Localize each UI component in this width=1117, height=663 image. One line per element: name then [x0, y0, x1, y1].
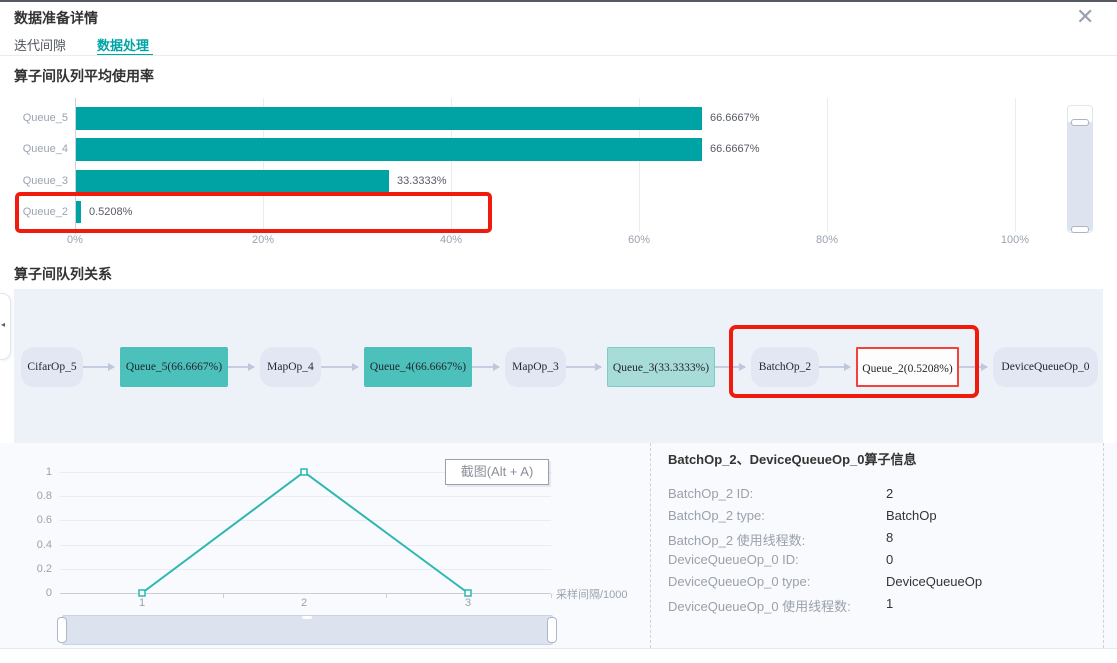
- queue-relation-section-title: 算子间队列关系: [14, 264, 112, 284]
- queue-usage-section-title: 算子间队列平均使用率: [14, 66, 154, 86]
- bar-category-queue4: Queue_4: [8, 143, 68, 155]
- op-info-value: BatchOp: [886, 508, 937, 523]
- y-tick-0-6: 0.6: [18, 514, 52, 526]
- screenshot-shortcut-tooltip: 截图(Alt + A): [445, 459, 549, 485]
- data-point-marker: [139, 590, 145, 596]
- y-tick-0-4: 0.4: [18, 539, 52, 551]
- flow-node-devicequeueop0[interactable]: DeviceQueueOp_0: [993, 347, 1098, 387]
- axis-tick: [223, 594, 224, 598]
- flow-arrow: [472, 366, 499, 368]
- bar-category-queue5: Queue_5: [8, 112, 68, 124]
- op-info-value: 2: [886, 486, 893, 501]
- data-point-marker: [301, 469, 307, 475]
- queue-relation-graph: CifarOp_5 Queue_5(66.6667%) MapOp_4 Queu…: [14, 289, 1103, 443]
- vertical-dashed-divider: [1103, 443, 1104, 648]
- axis-tick: [386, 594, 387, 598]
- op-info-value: 1: [886, 596, 893, 611]
- bar-queue4[interactable]: [76, 138, 702, 161]
- flow-node-queue5[interactable]: Queue_5(66.6667%): [120, 347, 228, 387]
- vertical-dashed-divider: [650, 443, 651, 648]
- op-info-title: BatchOp_2、DeviceQueueOp_0算子信息: [668, 449, 917, 468]
- queue-usage-line-series: [60, 465, 552, 601]
- gridline: [1015, 98, 1016, 232]
- y-tick-0: 0: [18, 587, 52, 599]
- flow-arrow: [321, 366, 358, 368]
- bar-value-queue3: 33.3333%: [397, 175, 447, 187]
- tab-step-interval[interactable]: 迭代间隙: [14, 35, 66, 54]
- tab-data-processing[interactable]: 数据处理: [97, 35, 149, 54]
- bar-value-queue4: 66.6667%: [710, 143, 760, 155]
- bar-queue5[interactable]: [76, 107, 702, 130]
- collapse-arrow-icon: ◂: [1, 320, 5, 329]
- flow-node-mapop4[interactable]: MapOp_4: [260, 347, 321, 387]
- op-info-label: BatchOp_2 使用线程数:: [668, 530, 805, 549]
- op-info-value: 8: [886, 530, 893, 545]
- data-preparation-details-dialog: 数据准备详情 ✕ 迭代间隙 数据处理 算子间队列平均使用率 Queue_5 66…: [0, 0, 1117, 663]
- x-tick-60: 60%: [628, 234, 650, 246]
- gridline: [827, 98, 828, 232]
- vertical-zoom-handle-top[interactable]: [1071, 119, 1089, 126]
- y-tick-0-8: 0.8: [18, 490, 52, 502]
- window-top-edge: [0, 0, 1117, 2]
- queue2-row-highlight-annotation: [15, 192, 492, 233]
- op-info-label: DeviceQueueOp_0 使用线程数:: [668, 596, 851, 615]
- y-tick-1: 1: [18, 466, 52, 478]
- line-chart-zoom-slider[interactable]: [62, 615, 553, 645]
- data-point-marker: [465, 590, 471, 596]
- batchop2-queue2-highlight-annotation: [729, 325, 979, 398]
- op-info-label: DeviceQueueOp_0 ID:: [668, 552, 799, 567]
- panel-collapse-handle[interactable]: ◂: [0, 293, 11, 360]
- flow-node-queue3[interactable]: Queue_3(33.3333%): [607, 347, 715, 387]
- zoom-slider-grip[interactable]: [302, 616, 312, 619]
- flow-node-cifarop5[interactable]: CifarOp_5: [21, 347, 83, 387]
- dialog-bottom-edge: [0, 648, 1117, 649]
- flow-arrow: [83, 366, 114, 368]
- op-info-value: DeviceQueueOp: [886, 574, 982, 589]
- flow-node-queue4[interactable]: Queue_4(66.6667%): [364, 347, 472, 387]
- x-axis-name: 采样间隔/1000: [556, 586, 648, 602]
- axis-tick: [551, 594, 552, 598]
- x-tick-2: 2: [301, 597, 307, 609]
- x-tick-0: 0%: [67, 234, 83, 246]
- x-tick-80: 80%: [816, 234, 838, 246]
- close-icon[interactable]: ✕: [1076, 4, 1094, 30]
- x-tick-20: 20%: [252, 234, 274, 246]
- tabs-divider: [0, 55, 1117, 56]
- vertical-zoom-handle-bottom[interactable]: [1071, 226, 1089, 233]
- dialog-title: 数据准备详情: [14, 8, 98, 28]
- x-tick-3: 3: [465, 597, 471, 609]
- op-info-value: 0: [886, 552, 893, 567]
- bar-queue3[interactable]: [76, 170, 389, 192]
- bar-value-queue5: 66.6667%: [710, 112, 760, 124]
- op-info-label: BatchOp_2 ID:: [668, 486, 753, 501]
- bar-category-queue3: Queue_3: [8, 175, 68, 187]
- y-tick-0-2: 0.2: [18, 563, 52, 575]
- zoom-handle-right[interactable]: [547, 617, 557, 643]
- flow-arrow: [228, 366, 254, 368]
- x-tick-40: 40%: [440, 234, 462, 246]
- flow-node-mapop3[interactable]: MapOp_3: [505, 347, 566, 387]
- flow-arrow: [566, 366, 601, 368]
- vertical-zoom-selected-range[interactable]: [1067, 122, 1093, 231]
- op-info-label: BatchOp_2 type:: [668, 508, 765, 523]
- x-tick-100: 100%: [1001, 234, 1029, 246]
- op-info-label: DeviceQueueOp_0 type:: [668, 574, 810, 589]
- x-tick-1: 1: [139, 597, 145, 609]
- zoom-handle-left[interactable]: [57, 617, 67, 643]
